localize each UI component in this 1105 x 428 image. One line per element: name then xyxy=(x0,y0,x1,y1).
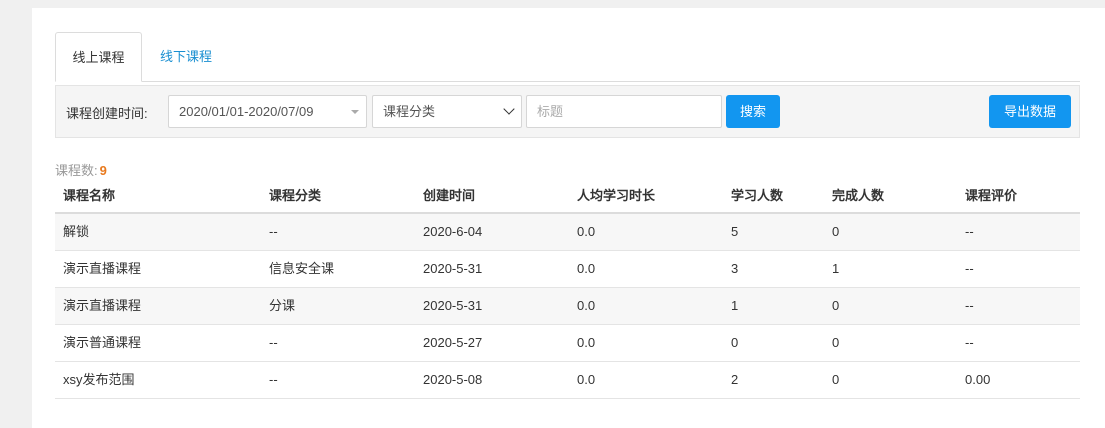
course-tabs: 线上课程 线下课程 xyxy=(55,32,1080,82)
cell-created: 2020-5-08 xyxy=(423,372,483,387)
cell-avg-time: 0.0 xyxy=(577,224,596,239)
cell-learners: 5 xyxy=(731,224,739,239)
cell-category: -- xyxy=(269,372,278,387)
course-table: 课程名称 课程分类 创建时间 人均学习时长 学习人数 完成人数 课程评价 解锁 … xyxy=(55,178,1080,399)
cell-learners: 3 xyxy=(731,261,739,276)
header-completed[interactable]: 完成人数 xyxy=(824,178,884,212)
header-rating[interactable]: 课程评价 xyxy=(957,178,1017,212)
header-avg-study-time[interactable]: 人均学习时长 xyxy=(569,178,655,212)
table-row: 演示直播课程 信息安全课 2020-5-31 0.0 3 1 -- xyxy=(55,251,1080,288)
cell-rating: -- xyxy=(965,261,974,276)
cell-course-name: 演示直播课程 xyxy=(63,261,142,276)
cell-learners: 2 xyxy=(731,372,739,387)
cell-avg-time: 0.0 xyxy=(577,335,596,350)
cell-learners: 0 xyxy=(731,335,739,350)
cell-rating: 0.00 xyxy=(965,372,991,387)
cell-created: 2020-5-31 xyxy=(423,261,483,276)
course-count-label: 课程数: xyxy=(55,163,98,178)
table-row: 解锁 -- 2020-6-04 0.0 5 0 -- xyxy=(55,214,1080,251)
category-selected-value: 课程分类 xyxy=(383,104,436,119)
table-row: 演示普通课程 -- 2020-5-27 0.0 0 0 -- xyxy=(55,325,1080,362)
cell-category: 信息安全课 xyxy=(269,261,335,276)
cell-avg-time: 0.0 xyxy=(577,372,596,387)
cell-learners: 1 xyxy=(731,298,739,313)
cell-created: 2020-5-27 xyxy=(423,335,483,350)
tab-online-courses[interactable]: 线上课程 xyxy=(55,32,142,82)
cell-avg-time: 0.0 xyxy=(577,298,596,313)
header-created-time[interactable]: 创建时间 xyxy=(415,178,475,212)
course-count: 课程数: 9 xyxy=(55,160,107,179)
chevron-down-icon xyxy=(503,103,515,115)
header-learners[interactable]: 学习人数 xyxy=(723,178,783,212)
category-select[interactable]: 课程分类 xyxy=(372,95,522,128)
tab-offline-courses[interactable]: 线下课程 xyxy=(144,32,228,82)
filter-bar: 课程创建时间: 2020/01/01-2020/07/09 课程分类 标题 搜索… xyxy=(55,85,1080,138)
cell-category: 分课 xyxy=(269,298,296,313)
cell-category: -- xyxy=(269,335,278,350)
cell-created: 2020-5-31 xyxy=(423,298,483,313)
cell-completed: 0 xyxy=(832,224,840,239)
header-course-name[interactable]: 课程名称 xyxy=(55,178,115,212)
course-count-value: 9 xyxy=(99,163,107,178)
cell-avg-time: 0.0 xyxy=(577,261,596,276)
cell-course-name: 解锁 xyxy=(63,224,90,239)
title-placeholder: 标题 xyxy=(537,104,564,119)
cell-completed: 0 xyxy=(832,372,840,387)
cell-rating: -- xyxy=(965,298,974,313)
search-button[interactable]: 搜索 xyxy=(726,95,780,128)
table-row: xsy发布范围 -- 2020-5-08 0.0 2 0 0.00 xyxy=(55,362,1080,399)
cell-completed: 0 xyxy=(832,298,840,313)
cell-rating: -- xyxy=(965,224,974,239)
cell-course-name: 演示普通课程 xyxy=(63,335,142,350)
cell-created: 2020-6-04 xyxy=(423,224,483,239)
caret-down-icon xyxy=(351,110,359,114)
cell-category: -- xyxy=(269,224,278,239)
cell-course-name: 演示直播课程 xyxy=(63,298,142,313)
title-search-input[interactable]: 标题 xyxy=(526,95,722,128)
date-range-value: 2020/01/01-2020/07/09 xyxy=(179,104,314,119)
table-row: 演示直播课程 分课 2020-5-31 0.0 1 0 -- xyxy=(55,288,1080,325)
created-time-label: 课程创建时间: xyxy=(66,106,148,121)
cell-completed: 1 xyxy=(832,261,840,276)
course-stats-panel: 线上课程 线下课程 课程创建时间: 2020/01/01-2020/07/09 … xyxy=(32,8,1105,428)
table-header: 课程名称 课程分类 创建时间 人均学习时长 学习人数 完成人数 课程评价 xyxy=(55,178,1080,214)
header-course-category[interactable]: 课程分类 xyxy=(261,178,321,212)
cell-rating: -- xyxy=(965,335,974,350)
cell-completed: 0 xyxy=(832,335,840,350)
date-range-picker[interactable]: 2020/01/01-2020/07/09 xyxy=(168,95,367,128)
cell-course-name: xsy发布范围 xyxy=(63,372,135,387)
export-data-button[interactable]: 导出数据 xyxy=(989,95,1071,128)
